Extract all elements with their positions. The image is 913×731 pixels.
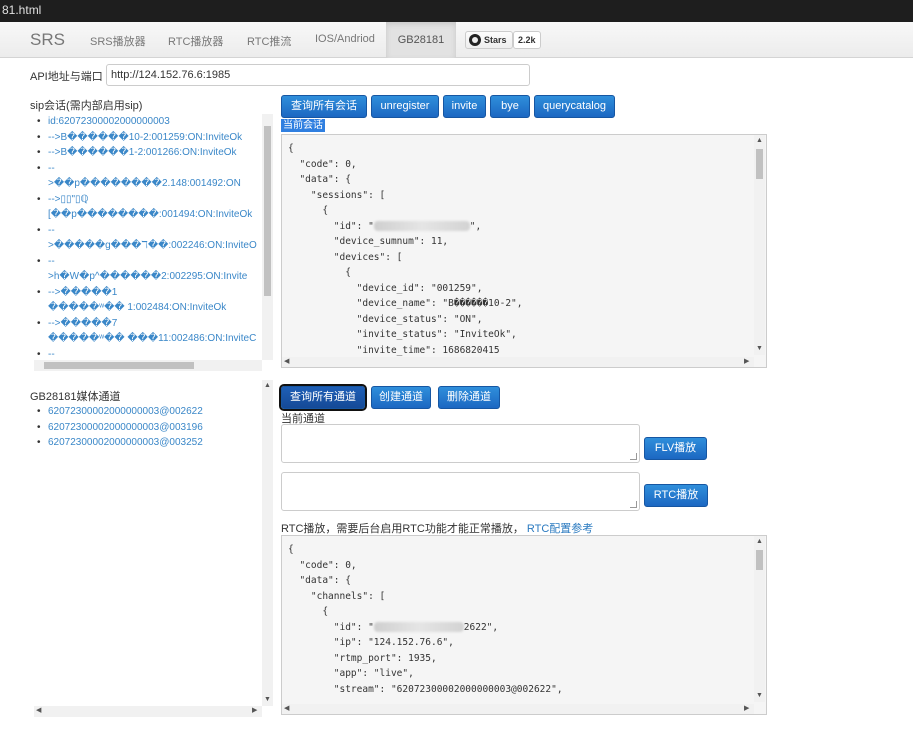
api-address-input[interactable] [106, 64, 530, 86]
current-session-label: 当前会话 [281, 119, 325, 132]
sip-list-vertical-scrollbar[interactable] [262, 114, 273, 360]
list-item[interactable]: -->B������1-2:001266:ON:InviteOk [34, 145, 262, 161]
sip-list-horizontal-scrollbar[interactable] [34, 360, 262, 371]
list-item[interactable]: 62072300002000000003@002622 [34, 404, 262, 420]
top-navbar: SRS SRS播放器 RTC播放器 RTC推流 IOS/Andriod GB28… [0, 22, 913, 58]
session-json-horizontal-scrollbar[interactable]: ◀ ▶ [282, 357, 754, 367]
delete-channel-button[interactable]: 删除通道 [438, 386, 500, 409]
list-item[interactable]: -->B������10-2:001259:ON:InviteOk [34, 130, 262, 146]
github-stars-button[interactable]: Stars [465, 31, 513, 49]
list-item[interactable]: id:62072300002000000003 [34, 114, 262, 130]
channel-json-output[interactable]: { "code": 0, "data": { "channels": [ { "… [281, 535, 767, 715]
flv-play-button[interactable]: FLV播放 [644, 437, 707, 460]
nav-gb28181[interactable]: GB28181 [386, 22, 456, 58]
channel-json-vertical-scrollbar[interactable]: ▲ ▼ [754, 536, 765, 702]
nav-ios-android[interactable]: IOS/Andriod [315, 33, 375, 45]
list-item[interactable]: 62072300002000000003@003252 [34, 435, 262, 451]
github-stars-label: Stars [484, 35, 507, 45]
list-item[interactable]: -->▯▯"▯ℚ[��p��������:001494:ON:InviteOk [34, 192, 262, 223]
rtc-play-button[interactable]: RTC播放 [644, 484, 708, 507]
session-json-output[interactable]: { "code": 0, "data": { "sessions": [ { "… [281, 134, 767, 368]
window-title: 81.html [0, 0, 913, 22]
unregister-button[interactable]: unregister [371, 95, 439, 118]
brand-logo[interactable]: SRS [30, 30, 65, 50]
flv-url-textarea[interactable] [281, 424, 640, 463]
nav-srs-player[interactable]: SRS播放器 [90, 33, 146, 49]
sip-session-list: id:62072300002000000003 -->B������10-2:0… [34, 114, 262, 360]
channel-json-horizontal-scrollbar[interactable]: ◀ ▶ [282, 704, 754, 714]
query-all-sessions-button[interactable]: 查询所有会话 [281, 95, 367, 118]
nav-rtc-player[interactable]: RTC播放器 [168, 33, 223, 49]
create-channel-button[interactable]: 创建通道 [371, 386, 431, 409]
redacted-channel-id [373, 622, 464, 632]
channel-list-horizontal-scrollbar[interactable]: ◀ ▶ [34, 706, 262, 717]
github-stars-count[interactable]: 2.2k [513, 31, 541, 49]
api-label: API地址与端口 [30, 71, 103, 83]
list-item[interactable]: -->��p��������2.148:001492:ON [34, 161, 262, 192]
rtc-url-textarea[interactable] [281, 472, 640, 511]
list-item[interactable]: -->h�W�p^������2:002295:ON:Invite [34, 254, 262, 285]
github-icon [469, 34, 481, 46]
list-item[interactable]: -- [34, 347, 262, 361]
invite-button[interactable]: invite [443, 95, 486, 118]
gb-section-title: GB28181媒体通道 [30, 391, 121, 403]
sip-section-title: sip会话(需内部启用sip) [30, 100, 143, 112]
bye-button[interactable]: bye [490, 95, 530, 118]
list-item[interactable]: -->�����7�����ʷ�� ���11:002486:ON:Invite… [34, 316, 262, 347]
query-all-channels-button[interactable]: 查询所有通道 [279, 384, 367, 411]
redacted-id [373, 221, 470, 231]
list-item[interactable]: 62072300002000000003@003196 [34, 420, 262, 436]
gb-channel-list: 62072300002000000003@002622 620723000020… [34, 404, 262, 704]
rtc-config-link[interactable]: RTC配置参考 [527, 523, 593, 535]
rtc-note-text: RTC播放，需要后台启用RTC功能才能正常播放， [281, 523, 524, 535]
querycatalog-button[interactable]: querycatalog [534, 95, 615, 118]
nav-rtc-publish[interactable]: RTC推流 [247, 33, 291, 49]
session-json-vertical-scrollbar[interactable]: ▲ ▼ [754, 135, 765, 355]
channel-list-vertical-scrollbar[interactable]: ▲ ▼ [262, 380, 273, 706]
rtc-note: RTC播放，需要后台启用RTC功能才能正常播放， RTC配置参考 [281, 520, 593, 536]
list-item[interactable]: -->�����1�����ʷ�� 1:002484:ON:InviteOk [34, 285, 262, 316]
list-item[interactable]: -->�����g���ℸ��:002246:ON:InviteO [34, 223, 262, 254]
